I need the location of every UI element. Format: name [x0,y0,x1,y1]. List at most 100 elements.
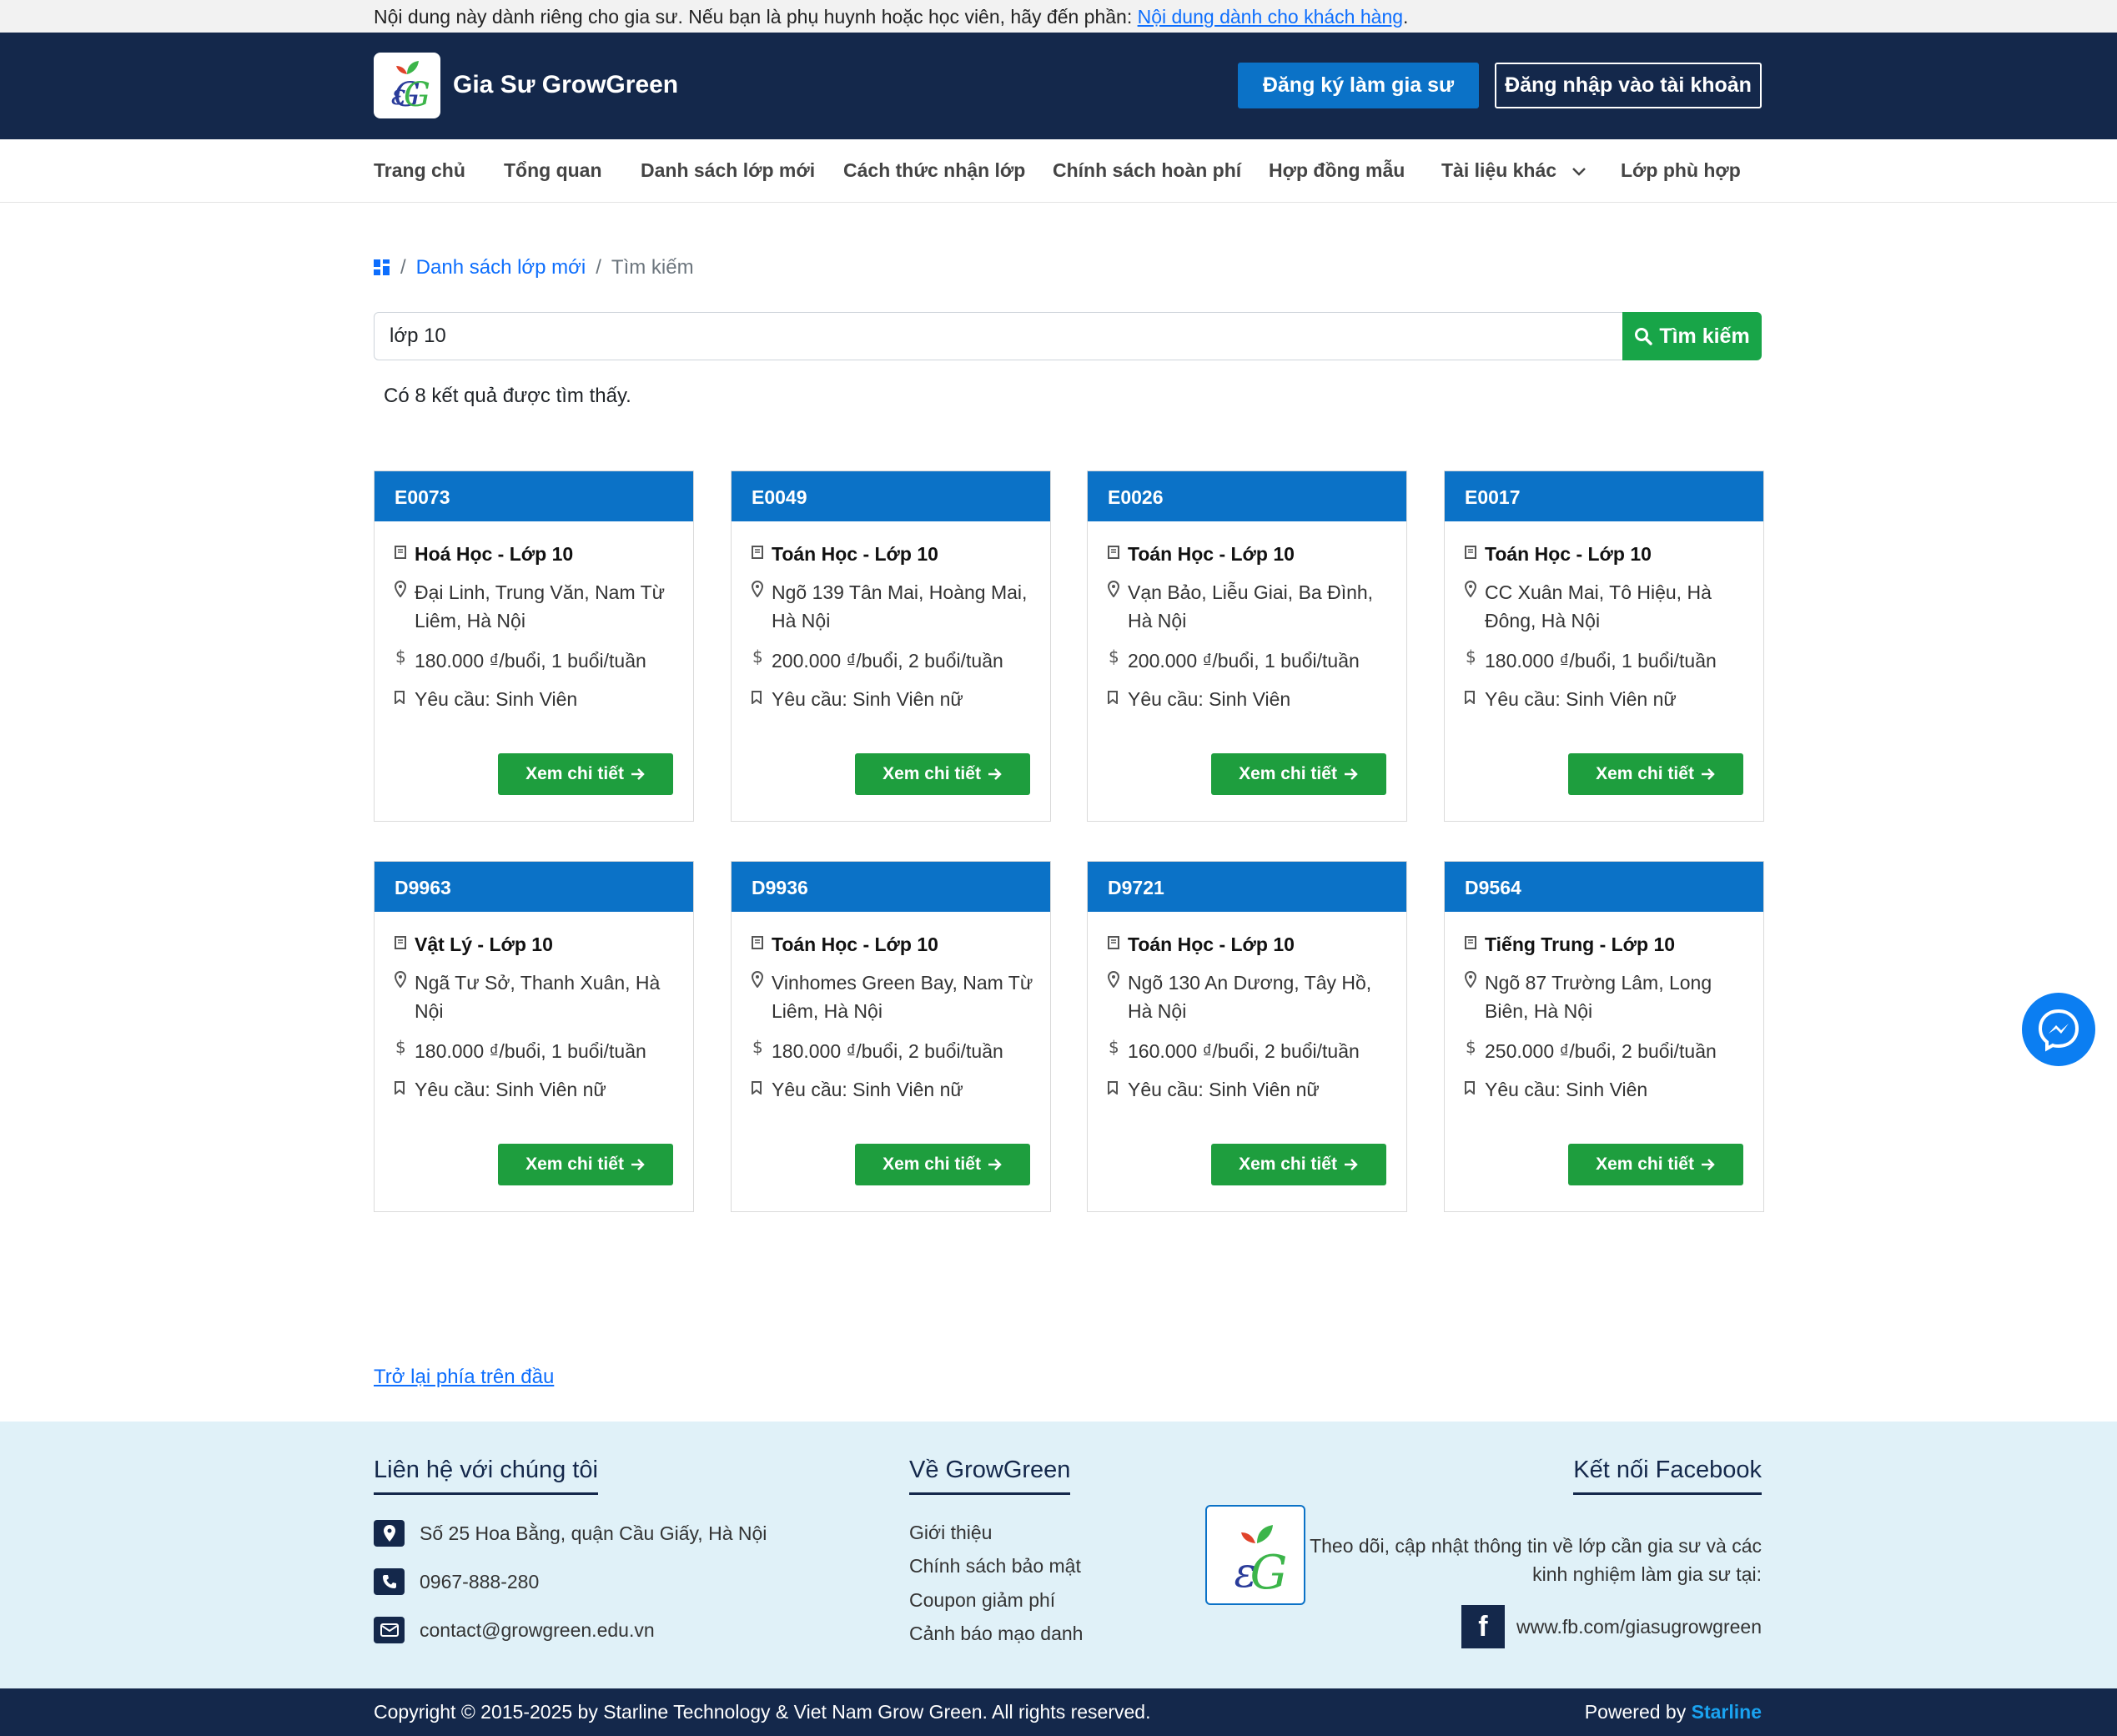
svg-text:$: $ [1466,647,1476,666]
class-address: Vinhomes Green Bay, Nam Từ Liêm, Hà Nội [751,969,1040,1025]
book-icon [1465,540,1485,568]
dollar-icon: $ [1465,1037,1485,1065]
class-fee-text: 180.000 ₫/buổi, 2 buổi/tuần [772,1040,1003,1062]
footer-link-about[interactable]: Giới thiệu [909,1522,992,1544]
view-detail-button[interactable]: Xem chi tiết [1211,1144,1386,1185]
view-detail-label: Xem chi tiết [525,1155,624,1174]
footer-facebook-title: Kết nối Facebook [1573,1457,1762,1495]
menu-item-overview[interactable]: Tổng quan [504,159,602,182]
footer-address: Số 25 Hoa Bằng, quận Cầu Giấy, Hà Nội [374,1520,767,1547]
copyright-bar: Copyright © 2015-2025 by Starline Techno… [0,1688,2117,1736]
class-card: D9963 Vật Lý - Lớp 10 Ngã Tư Sở, Thanh Xuâ… [374,861,694,1212]
map-pin-icon [394,578,415,606]
footer-facebook-link[interactable]: f www.fb.com/giasugrowgreen [1461,1605,1762,1648]
class-address-text: Ngõ 87 Trường Lâm, Long Biên, Hà Nội [1485,972,1712,1022]
arrow-right-icon [631,1159,645,1170]
footer-facebook-url[interactable]: www.fb.com/giasugrowgreen [1516,1616,1762,1638]
bookmark-icon [1465,685,1485,713]
breadcrumb: / Danh sách lớp mới / Tìm kiếm [374,256,694,279]
svg-text:$: $ [752,647,763,666]
class-requirement-text: Yêu cầu: Sinh Viên nữ [1128,1079,1320,1100]
view-detail-button[interactable]: Xem chi tiết [498,753,673,795]
arrow-right-icon [1701,1159,1715,1170]
book-icon [1108,540,1128,568]
arrow-right-icon [1344,1159,1358,1170]
class-address: Ngõ 87 Trường Lâm, Long Biên, Hà Nội [1464,969,1753,1025]
map-pin-icon [1107,578,1128,606]
map-pin-icon [1464,578,1485,606]
notice-text: Nội dung này dành riêng cho gia sư. Nếu … [374,6,1133,28]
dollar-icon: $ [752,647,772,675]
footer-email-text[interactable]: contact@growgreen.edu.vn [420,1619,655,1642]
footer-link-impersonation[interactable]: Cảnh báo mạo danh [909,1623,1083,1645]
menu-item-how-to-receive[interactable]: Cách thức nhận lớp [843,159,1025,182]
class-address-text: Ngã Tư Sở, Thanh Xuân, Hà Nội [415,972,661,1022]
class-card: D9564 Tiếng Trung - Lớp 10 Ngõ 87 Trường L… [1444,861,1764,1212]
powered-by-brand[interactable]: Starline [1692,1701,1762,1723]
class-subject-text: Toán Học - Lớp 10 [1485,543,1652,565]
footer-facebook-desc: Theo dõi, cập nhật thông tin về lớp cần … [1310,1535,1762,1585]
menu-item-sample-contract[interactable]: Hợp đồng mẫu [1269,159,1405,182]
view-detail-button[interactable]: Xem chi tiết [498,1144,673,1185]
search-button-label: Tìm kiếm [1659,324,1750,348]
svg-text:$: $ [395,1038,406,1056]
footer-logo: ɛ G [1205,1505,1305,1605]
class-fee: $200.000 ₫/buổi, 2 buổi/tuần [752,647,1040,675]
class-subject: Toán Học - Lớp 10 [1465,540,1753,568]
back-to-top-link[interactable]: Trở lại phía trên đầu [374,1366,554,1389]
footer-address-text: Số 25 Hoa Bằng, quận Cầu Giấy, Hà Nội [420,1522,767,1544]
class-requirement: Yêu cầu: Sinh Viên nữ [395,1075,683,1104]
class-card: E0049 Toán Học - Lớp 10 Ngõ 139 Tân Mai, H… [731,470,1051,822]
main-menu: Trang chủ Tổng quan Danh sách lớp mới Cá… [0,139,2117,203]
customer-content-link[interactable]: Nội dung dành cho khách hàng [1138,6,1403,28]
brand-logo[interactable]: G ɛ G [374,53,440,118]
menu-item-home[interactable]: Trang chủ [374,159,465,182]
dashboard-icon[interactable] [374,259,390,276]
view-detail-button[interactable]: Xem chi tiết [855,753,1030,795]
class-fee-text: 250.000 ₫/buổi, 2 buổi/tuần [1485,1040,1717,1062]
class-requirement: Yêu cầu: Sinh Viên [395,685,683,713]
powered-by-label: Powered by [1584,1701,1687,1723]
arrow-right-icon [988,768,1002,780]
class-address: Ngõ 130 An Dương, Tây Hồ, Hà Nội [1107,969,1396,1025]
class-card: E0017 Toán Học - Lớp 10 CC Xuân Mai, Tô Hi… [1444,470,1764,822]
class-address: Ngõ 139 Tân Mai, Hoàng Mai, Hà Nội [751,578,1040,635]
view-detail-button[interactable]: Xem chi tiết [855,1144,1030,1185]
class-fee-text: 180.000 ₫/buổi, 1 buổi/tuần [415,1040,646,1062]
menu-item-suitable-classes[interactable]: Lớp phù hợp [1621,159,1741,182]
footer-phone-text[interactable]: 0967-888-280 [420,1571,539,1593]
class-subject-text: Toán Học - Lớp 10 [772,543,938,565]
view-detail-label: Xem chi tiết [1239,1155,1337,1174]
login-button[interactable]: Đăng nhập vào tài khoản [1495,63,1762,108]
search-button[interactable]: Tìm kiếm [1622,312,1762,360]
menu-item-other-docs[interactable]: Tài liệu khác [1441,159,1586,182]
svg-text:$: $ [1109,1038,1119,1056]
breadcrumb-new-classes[interactable]: Danh sách lớp mới [416,256,586,279]
view-detail-button[interactable]: Xem chi tiết [1568,1144,1743,1185]
class-subject: Toán Học - Lớp 10 [752,540,1040,568]
bookmark-icon [1108,685,1128,713]
class-address: CC Xuân Mai, Tô Hiệu, Hà Đông, Hà Nội [1464,578,1753,635]
bookmark-icon [395,685,415,713]
search-input[interactable] [374,312,1623,360]
menu-item-refund-policy[interactable]: Chính sách hoàn phí [1053,159,1241,182]
book-icon [752,540,772,568]
bookmark-icon [752,1075,772,1104]
menu-item-new-classes[interactable]: Danh sách lớp mới [641,159,815,182]
top-notice: Nội dung này dành riêng cho gia sư. Nếu … [0,0,2117,33]
view-detail-button[interactable]: Xem chi tiết [1211,753,1386,795]
footer-link-privacy[interactable]: Chính sách bảo mật [909,1555,1081,1577]
messenger-button[interactable] [2022,993,2095,1066]
view-detail-button[interactable]: Xem chi tiết [1568,753,1743,795]
brand-name[interactable]: Gia Sư GrowGreen [453,71,678,99]
class-address: Ngã Tư Sở, Thanh Xuân, Hà Nội [394,969,683,1025]
register-tutor-button[interactable]: Đăng ký làm gia sư [1238,63,1479,108]
facebook-icon: f [1461,1605,1505,1648]
class-code: E0017 [1445,471,1763,521]
dollar-icon: $ [395,647,415,675]
footer-link-coupon[interactable]: Coupon giảm phí [909,1589,1055,1612]
footer-phone: 0967-888-280 [374,1568,539,1595]
class-subject-text: Tiếng Trung - Lớp 10 [1485,933,1676,955]
book-icon [1465,930,1485,959]
class-requirement-text: Yêu cầu: Sinh Viên nữ [772,1079,963,1100]
